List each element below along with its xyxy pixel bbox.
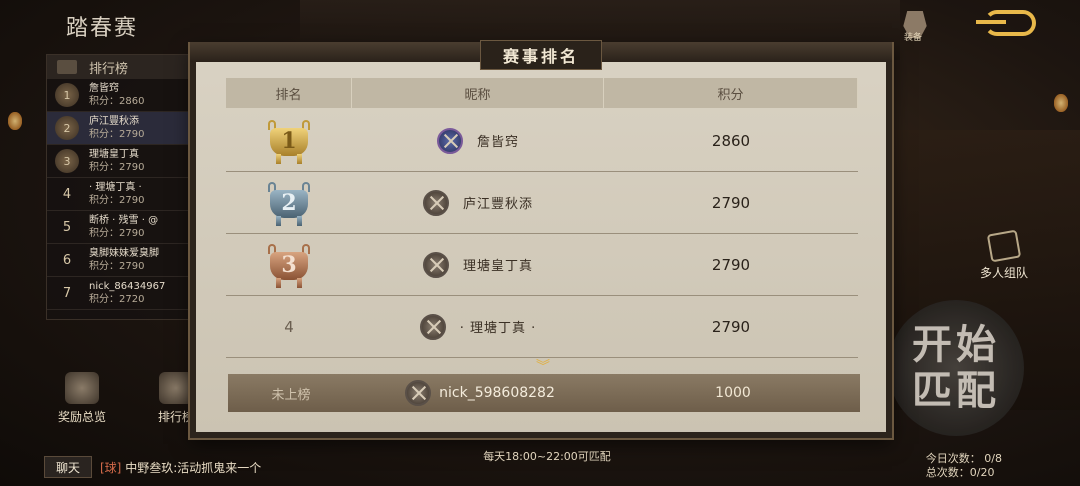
table-row[interactable]: 3 理塘皇丁真 2790 — [226, 234, 858, 296]
player-info: 理塘皇丁真积分：2790 — [89, 148, 144, 174]
column-rank: 排名 — [226, 78, 352, 108]
start-match-line2: 匹配 — [912, 367, 1000, 414]
player-info: 臭脚妹妹爱臭脚 积分：2790 — [89, 247, 159, 273]
player-nickname: 詹皆窍 — [476, 135, 519, 150]
player-name: 断桥 · 残雪 · @ — [89, 215, 159, 226]
player-info: 詹皆窍积分：2860 — [89, 82, 144, 108]
ranking-icon — [159, 372, 193, 404]
chat-button[interactable]: 聊天 — [44, 456, 92, 478]
silver-medal-icon: 2 — [264, 180, 314, 226]
avatar-icon — [405, 380, 432, 406]
chat-channel-tag: [球] — [100, 460, 122, 475]
player-info: nick_86434967 积分：2720 — [89, 280, 165, 306]
rank-number: 1 — [281, 127, 297, 154]
player-name: 理塘皇丁真 — [89, 149, 139, 160]
lantern-icon — [8, 112, 22, 130]
match-counts: 今日次数： 0/8 总次数：0/20 — [926, 452, 1002, 480]
modal-title: 赛事排名 — [479, 40, 603, 70]
player-name: 詹皆窍 — [89, 83, 119, 94]
ranking-modal: 赛事排名 排名 昵称 积分 1 詹皆窍 2860 2 庐江豐秋添 2790 3 理塘皇丁真 27… — [190, 40, 892, 463]
player-score: 2790 — [711, 255, 751, 274]
table-row[interactable]: 1 詹皆窍 2860 — [226, 110, 858, 172]
list-icon — [57, 60, 77, 74]
player-name: 臭脚妹妹爱臭脚 — [89, 248, 159, 259]
player-score: 积分：2790 — [89, 129, 145, 140]
rank-badge: 2 — [55, 116, 79, 140]
left-ranking-panel: 排行榜 1 詹皆窍 积分：2860 2 庐江豐秋添 积分：2790 3 理塘皇丁真 积分：279… — [46, 54, 196, 320]
gift-icon — [65, 372, 99, 404]
left-list-item[interactable]: 7 nick_86434967 积分：2720 — [47, 277, 195, 310]
left-panel-title: 排行榜 — [89, 61, 129, 77]
avatar-icon — [419, 313, 446, 340]
player-name: · 理塘丁真 · — [89, 182, 142, 193]
rank-badge: 1 — [55, 83, 79, 107]
player-nickname: · 理塘丁真 · — [459, 321, 537, 336]
bronze-medal-icon: 3 — [264, 242, 314, 288]
avatar-icon — [422, 251, 449, 278]
left-list-item[interactable]: 1 詹皆窍积分：2860 — [47, 79, 195, 112]
back-button[interactable] — [976, 10, 1036, 36]
player-score: 积分：2790 — [89, 195, 145, 206]
column-name: 昵称 — [352, 78, 604, 108]
player-info: 断桥 · 残雪 · @ 积分：2790 — [89, 214, 158, 240]
rank-badge: 3 — [55, 149, 79, 173]
self-ranking-row: 未上榜 nick_598608282 1000 — [228, 374, 860, 412]
self-nickname: nick_598608282 — [439, 385, 555, 401]
reward-overview-label: 奖励总览 — [57, 410, 106, 424]
player-score: 2860 — [711, 131, 751, 150]
rank-number: 4 — [284, 317, 294, 336]
ranking-table: 1 詹皆窍 2860 2 庐江豐秋添 2790 3 理塘皇丁真 2790 4 · 理塘丁真 · 279… — [226, 110, 858, 358]
player-score: 积分：2790 — [89, 261, 145, 272]
player-name: 庐江豐秋添 — [89, 116, 139, 127]
table-row[interactable]: 2 庐江豐秋添 2790 — [226, 172, 858, 234]
player-score: 积分：2790 — [89, 228, 145, 239]
player-score: 2790 — [711, 317, 751, 336]
table-header: 排名 昵称 积分 — [226, 78, 858, 108]
avatar-icon — [422, 189, 449, 216]
left-panel-header: 排行榜 — [47, 55, 195, 79]
start-match-line1: 开始 — [912, 321, 1000, 368]
team-up-button[interactable]: 多人组队 — [979, 229, 1028, 281]
lantern-icon — [1054, 94, 1068, 112]
flag-icon — [986, 229, 1022, 263]
left-list-item[interactable]: 5 断桥 · 残雪 · @ 积分：2790 — [47, 211, 195, 244]
today-count: 今日次数： 0/8 — [925, 452, 1002, 465]
reward-overview-button[interactable]: 奖励总览 — [50, 372, 114, 425]
gold-medal-icon: 1 — [264, 118, 314, 164]
rank-badge: 7 — [62, 285, 72, 301]
start-match-button[interactable]: 开始 匹配 — [888, 300, 1024, 436]
self-rank: 未上榜 — [271, 387, 311, 403]
player-info: · 理塘丁真 · 积分：2790 — [89, 181, 144, 207]
chevron-down-icon[interactable]: ︾ — [536, 360, 552, 374]
player-score: 积分：2860 — [89, 96, 145, 107]
player-score: 积分：2720 — [89, 294, 145, 305]
player-info: 庐江豐秋添积分：2790 — [89, 115, 144, 141]
total-count: 总次数：0/20 — [925, 466, 995, 479]
column-score: 积分 — [604, 78, 858, 108]
player-nickname: 庐江豐秋添 — [462, 197, 533, 212]
left-list-item[interactable]: 3 理塘皇丁真积分：2790 — [47, 145, 195, 178]
player-score: 2790 — [711, 193, 751, 212]
left-list-item[interactable]: 2 庐江豐秋添积分：2790 — [47, 112, 195, 145]
rank-number: 3 — [281, 251, 297, 278]
table-row[interactable]: 4 · 理塘丁真 · 2790 — [226, 296, 858, 358]
helmet-label: 装备 — [903, 33, 922, 43]
player-name: nick_86434967 — [89, 281, 166, 292]
left-list-item[interactable]: 4 · 理塘丁真 · 积分：2790 — [47, 178, 195, 211]
player-nickname: 理塘皇丁真 — [462, 259, 533, 274]
self-score: 1000 — [715, 385, 751, 401]
rank-badge: 6 — [62, 252, 72, 268]
avatar-icon — [436, 127, 463, 154]
rank-number: 2 — [281, 189, 297, 216]
team-up-label: 多人组队 — [979, 266, 1028, 280]
rank-badge: 5 — [62, 219, 72, 235]
rank-badge: 4 — [62, 186, 72, 202]
player-score: 积分：2790 — [89, 162, 145, 173]
match-time-note: 每天18:00~22:00可匹配 — [483, 450, 611, 463]
page-title: 踏春赛 — [66, 16, 139, 41]
left-list-item[interactable]: 6 臭脚妹妹爱臭脚 积分：2790 — [47, 244, 195, 277]
